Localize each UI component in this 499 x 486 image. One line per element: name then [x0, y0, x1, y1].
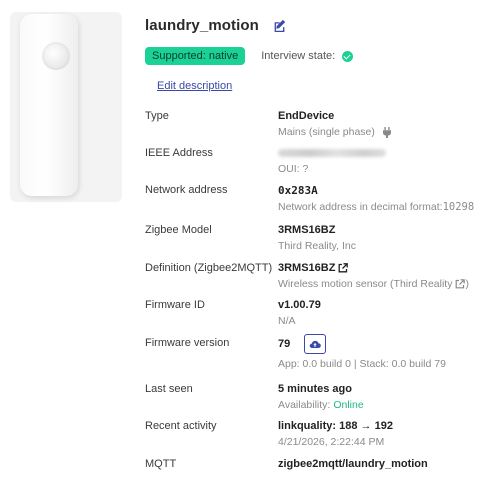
type-label: Type [145, 110, 169, 122]
device-title: laundry_motion [145, 17, 259, 34]
pencil-square-icon[interactable] [273, 19, 286, 32]
availability-prefix: Availability: [278, 399, 331, 411]
firmware-version-value: 79 [278, 338, 291, 350]
cloud-upload-icon [309, 340, 322, 349]
firmware-id-sub: N/A [278, 315, 296, 327]
availability-status: Online [333, 399, 364, 411]
firmware-id-label: Firmware ID [145, 299, 205, 311]
firmware-version: 79 [278, 334, 488, 354]
motion-sensor-lens [42, 42, 70, 70]
definition-label: Definition (Zigbee2MQTT) [145, 262, 273, 274]
recent-activity-time: 4/21/2026, 2:22:44 PM [278, 436, 385, 448]
zigbee-model: 3RMS16BZ [278, 224, 336, 236]
last-seen-value: 5 minutes ago [278, 383, 352, 395]
external-link-icon[interactable] [338, 263, 349, 273]
check-circle-icon [342, 50, 354, 62]
definition-description-text[interactable]: Wireless motion sensor (Third Reality [278, 278, 452, 290]
network-decimal-prefix: Network address in decimal format: [278, 201, 443, 213]
availability: Availability: Online [278, 399, 488, 411]
network-label: Network address [145, 184, 228, 196]
mqtt-label: MQTT [145, 458, 177, 470]
firmware-build: App: 0.0 build 0 | Stack: 0.0 build 79 [278, 358, 446, 370]
oui: OUI: ? [278, 163, 309, 175]
definition-description[interactable]: Wireless motion sensor (Third Reality ) [278, 278, 488, 290]
model-label: Zigbee Model [145, 224, 212, 236]
recent-activity-value: linkquality: 188 → 192 [278, 420, 393, 432]
external-link-icon[interactable] [455, 279, 466, 289]
supported-badge: Supported: native [145, 47, 246, 65]
power-source: Mains (single phase) [278, 126, 488, 138]
network-decimal-value: 10298 [442, 201, 475, 213]
status-row: Supported: native Interview state: [145, 47, 354, 65]
title-row: laundry_motion [145, 17, 286, 34]
plug-icon [382, 126, 392, 138]
firmware-id: v1.00.79 [278, 299, 321, 311]
type-value: EndDevice [278, 110, 335, 122]
check-update-button[interactable] [304, 334, 327, 354]
manufacturer: Third Reality, Inc [278, 240, 356, 252]
device-image [10, 12, 122, 202]
definition-model[interactable]: 3RMS16BZ [278, 262, 335, 274]
power-source-text: Mains (single phase) [278, 126, 375, 138]
interview-state: Interview state: [261, 50, 354, 62]
device-body [20, 14, 78, 196]
network-address: 0x283A [278, 184, 318, 197]
definition-link[interactable]: 3RMS16BZ [278, 262, 488, 274]
ieee-address-redacted [278, 149, 386, 157]
ieee-label: IEEE Address [145, 147, 213, 159]
network-decimal: Network address in decimal format: 10298 [278, 201, 488, 213]
recent-activity-label: Recent activity [145, 420, 217, 432]
firmware-version-label: Firmware version [145, 337, 230, 349]
last-seen-label: Last seen [145, 383, 193, 395]
interview-label: Interview state: [261, 50, 336, 62]
edit-description-link[interactable]: Edit description [157, 80, 232, 92]
mqtt-topic: zigbee2mqtt/laundry_motion [278, 458, 428, 470]
definition-close-paren: ) [465, 278, 469, 290]
